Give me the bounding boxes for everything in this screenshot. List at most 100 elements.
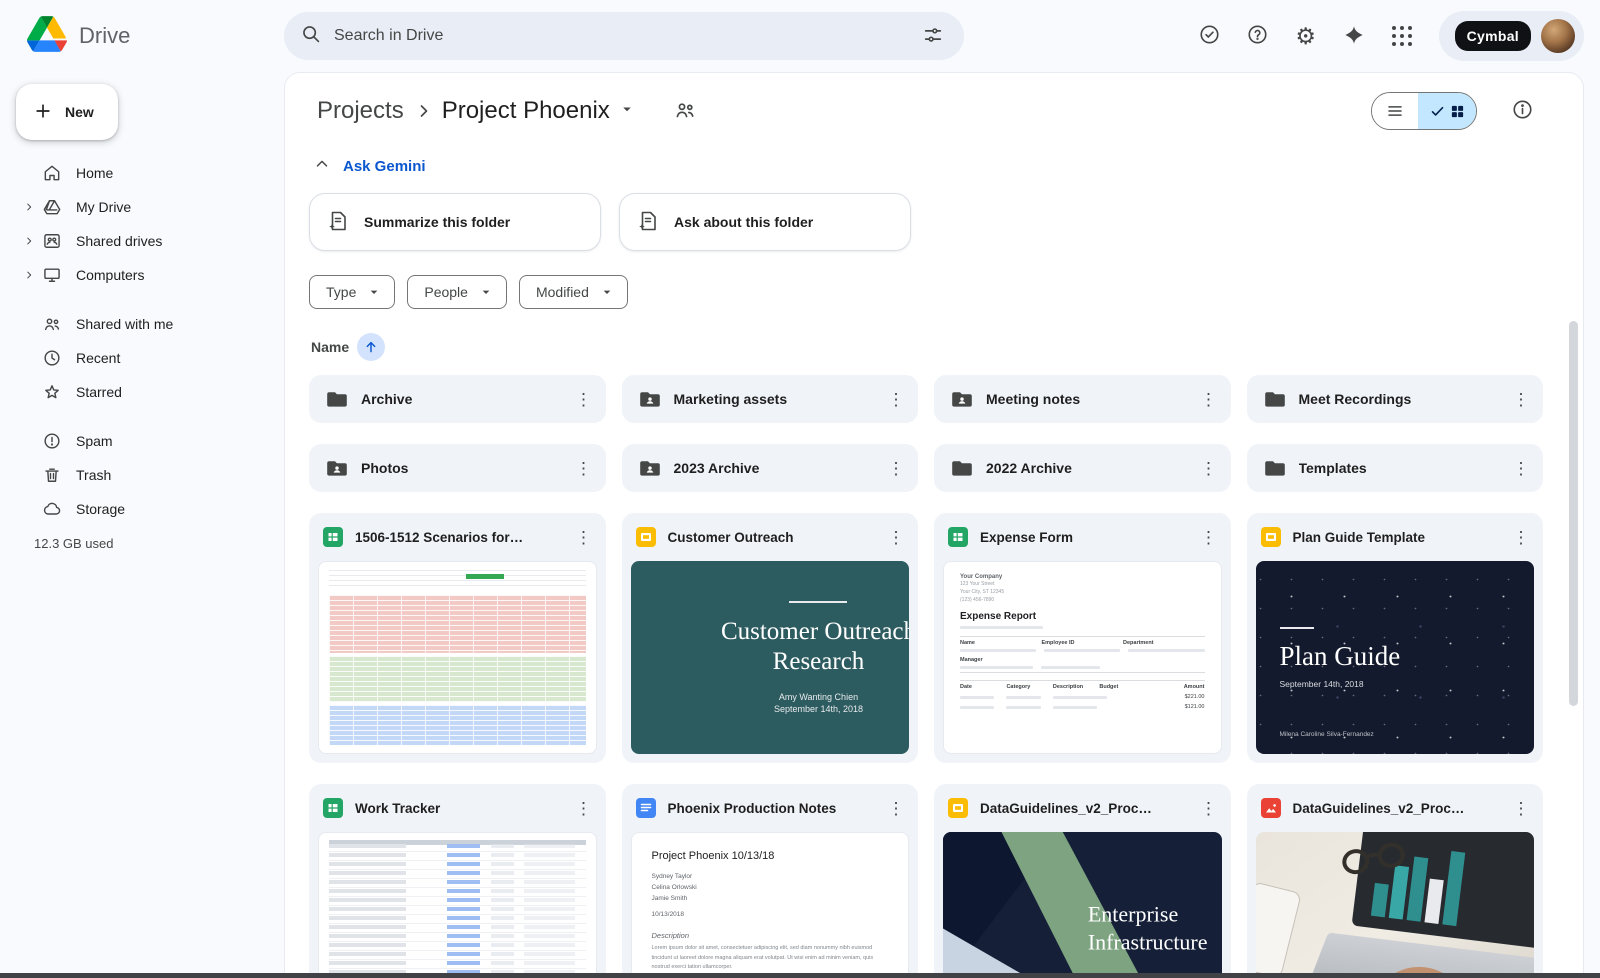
file-card-phoenix-notes[interactable]: Phoenix Production Notes ⋮ Project Phoen… [622,784,919,978]
shared-folder-icon [638,456,662,480]
sidebar-item-spam[interactable]: Spam [16,424,272,458]
search-input[interactable] [334,27,900,45]
search-bar[interactable] [284,12,964,60]
file-card-expense-form[interactable]: Expense Form ⋮ Your Company 123 Your Str… [934,513,1231,763]
file-name: Work Tracker [355,801,554,816]
check-icon [1430,104,1445,119]
grid-icon [1450,104,1465,119]
sidebar-item-my-drive[interactable]: My Drive [16,190,272,224]
folder-icon [1263,387,1287,411]
arrow-up-icon [363,339,379,355]
sparkle-icon [1343,24,1365,49]
folder-templates[interactable]: Templates ⋮ [1247,444,1544,492]
shared-folder-icon [638,387,662,411]
help-icon [1246,23,1269,49]
folder-marketing-assets[interactable]: Marketing assets ⋮ [622,375,919,423]
filter-people[interactable]: People [407,275,507,309]
folder-2023-archive[interactable]: 2023 Archive ⋮ [622,444,919,492]
file-thumbnail [318,561,597,754]
sidebar-group-other: Spam Trash Storage 12.3 GB used [16,424,272,551]
apps-grid-button[interactable] [1381,15,1423,57]
ask-gemini-toggle[interactable]: Ask Gemini [313,155,426,177]
folder-photos[interactable]: Photos ⋮ [309,444,606,492]
more-options-button[interactable]: ⋮ [1191,381,1227,417]
folder-icon [1263,456,1287,480]
more-options-button[interactable]: ⋮ [566,790,602,826]
expand-caret-icon[interactable] [16,270,42,280]
sidebar-item-trash[interactable]: Trash [16,458,272,492]
sidebar-item-shared-drives[interactable]: Shared drives [16,224,272,258]
more-options-button[interactable]: ⋮ [878,450,914,486]
drive-brand[interactable]: Drive [0,16,284,57]
sort-direction-button[interactable] [357,333,385,361]
file-card-scenarios[interactable]: 1506-1512 Scenarios for… ⋮ [309,513,606,763]
folder-meeting-notes[interactable]: Meeting notes ⋮ [934,375,1231,423]
file-card-plan-guide[interactable]: Plan Guide Template ⋮ Plan Guide Septemb… [1247,513,1544,763]
sidebar-item-shared-with-me[interactable]: Shared with me [16,307,272,341]
scrollbar[interactable] [1569,321,1578,706]
shared-with-me-icon [42,314,62,334]
files-grid-row1: 1506-1512 Scenarios for… ⋮ Customer Outr… [309,513,1543,763]
sidebar-item-starred[interactable]: Starred [16,375,272,409]
clock-icon [42,348,62,368]
folder-2022-archive[interactable]: 2022 Archive ⋮ [934,444,1231,492]
sidebar-item-recent[interactable]: Recent [16,341,272,375]
sheets-icon [948,527,968,547]
shared-drives-icon [42,231,62,251]
file-card-dataguidelines-image[interactable]: DataGuidelines_v2_Proc… ⋮ [1247,784,1544,978]
breadcrumb-projects[interactable]: Projects [309,95,412,127]
list-icon [1386,102,1404,120]
more-options-button[interactable]: ⋮ [1503,381,1539,417]
file-card-work-tracker[interactable]: Work Tracker ⋮ [309,784,606,978]
caret-down-icon [599,284,615,300]
breadcrumb-current[interactable]: Project Phoenix [436,95,642,127]
more-options-button[interactable]: ⋮ [1503,790,1539,826]
file-card-dataguidelines-slides[interactable]: DataGuidelines_v2_Proc… ⋮ Enterprise Inf… [934,784,1231,978]
more-options-button[interactable]: ⋮ [566,519,602,555]
share-folder-button[interactable] [664,90,706,132]
summarize-label: Summarize this folder [364,214,510,230]
more-options-button[interactable]: ⋮ [566,450,602,486]
folder-meet-recordings[interactable]: Meet Recordings ⋮ [1247,375,1544,423]
ask-about-folder-button[interactable]: Ask about this folder [619,193,911,251]
caret-down-icon [618,97,636,125]
more-options-button[interactable]: ⋮ [1191,519,1227,555]
more-options-button[interactable]: ⋮ [1191,450,1227,486]
more-options-button[interactable]: ⋮ [1503,519,1539,555]
file-card-customer-outreach[interactable]: Customer Outreach ⋮ Customer Outreach Re… [622,513,919,763]
more-options-button[interactable]: ⋮ [1191,790,1227,826]
filter-modified[interactable]: Modified [519,275,628,309]
top-bar: Drive [0,0,1600,72]
summarize-folder-button[interactable]: Summarize this folder [309,193,601,251]
expand-caret-icon[interactable] [16,202,42,212]
help-button[interactable] [1237,15,1279,57]
folder-archive[interactable]: Archive ⋮ [309,375,606,423]
sort-header[interactable]: Name [311,333,1543,361]
grid-view-button[interactable] [1418,93,1476,129]
drive-logo-icon [27,16,67,57]
account-pill[interactable]: Cymbal [1439,11,1584,61]
apps-grid-icon [1392,26,1412,46]
slides-icon [1261,527,1281,547]
file-thumbnail: Customer Outreach Research Amy Wanting C… [631,561,910,754]
gemini-button[interactable] [1333,15,1375,57]
more-options-button[interactable]: ⋮ [878,790,914,826]
page-title: Project Phoenix [442,97,610,125]
avatar[interactable] [1541,19,1575,53]
sidebar-item-computers[interactable]: Computers [16,258,272,292]
sidebar-item-storage[interactable]: Storage [16,492,272,526]
filter-type[interactable]: Type [309,275,395,309]
details-button[interactable] [1501,90,1543,132]
more-options-button[interactable]: ⋮ [878,381,914,417]
sidebar-item-home[interactable]: Home [16,156,272,190]
settings-button[interactable]: ⚙ [1285,15,1327,57]
list-view-button[interactable] [1372,93,1418,129]
new-button[interactable]: New [16,84,118,140]
expand-caret-icon[interactable] [16,236,42,246]
search-options-button[interactable] [912,15,954,57]
more-options-button[interactable]: ⋮ [566,381,602,417]
home-icon [42,163,62,183]
more-options-button[interactable]: ⋮ [878,519,914,555]
more-options-button[interactable]: ⋮ [1503,450,1539,486]
offline-status-button[interactable] [1189,15,1231,57]
